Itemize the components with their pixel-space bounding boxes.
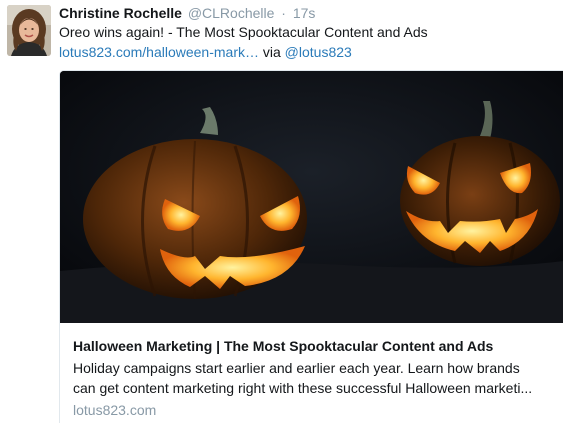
avatar-image	[7, 5, 51, 56]
tweet-text-line: Oreo wins again! - The Most Spooktacular…	[59, 24, 428, 40]
tweet-text: Oreo wins again! - The Most Spooktacular…	[59, 22, 559, 62]
separator-dot: ·	[281, 5, 286, 21]
card-description-line: can get content marketing right with the…	[73, 380, 533, 396]
timestamp[interactable]: 17s	[293, 5, 316, 21]
tweet: Christine Rochelle @CLRochelle · 17s Ore…	[0, 0, 563, 423]
card-description-line: Holiday campaigns start earlier and earl…	[73, 360, 520, 376]
card-description: Holiday campaigns start earlier and earl…	[73, 358, 553, 398]
card-image[interactable]	[60, 71, 563, 323]
via-text: via	[258, 44, 285, 60]
tweet-url-link[interactable]: lotus823.com/halloween-mark…	[59, 44, 259, 60]
author-name[interactable]: Christine Rochelle	[59, 5, 182, 21]
mention-link[interactable]: @lotus823	[285, 44, 352, 60]
card-title[interactable]: Halloween Marketing | The Most Spooktacu…	[73, 337, 493, 355]
card-domain[interactable]: lotus823.com	[73, 401, 156, 419]
link-preview-card[interactable]: Halloween Marketing | The Most Spooktacu…	[59, 70, 563, 423]
tweet-link-line: lotus823.com/halloween-mark… via @lotus8…	[59, 42, 559, 62]
tweet-header: Christine Rochelle @CLRochelle · 17s	[59, 4, 315, 22]
avatar[interactable]	[7, 5, 51, 56]
jack-o-lantern-image	[60, 71, 563, 323]
author-handle[interactable]: @CLRochelle	[188, 5, 275, 21]
